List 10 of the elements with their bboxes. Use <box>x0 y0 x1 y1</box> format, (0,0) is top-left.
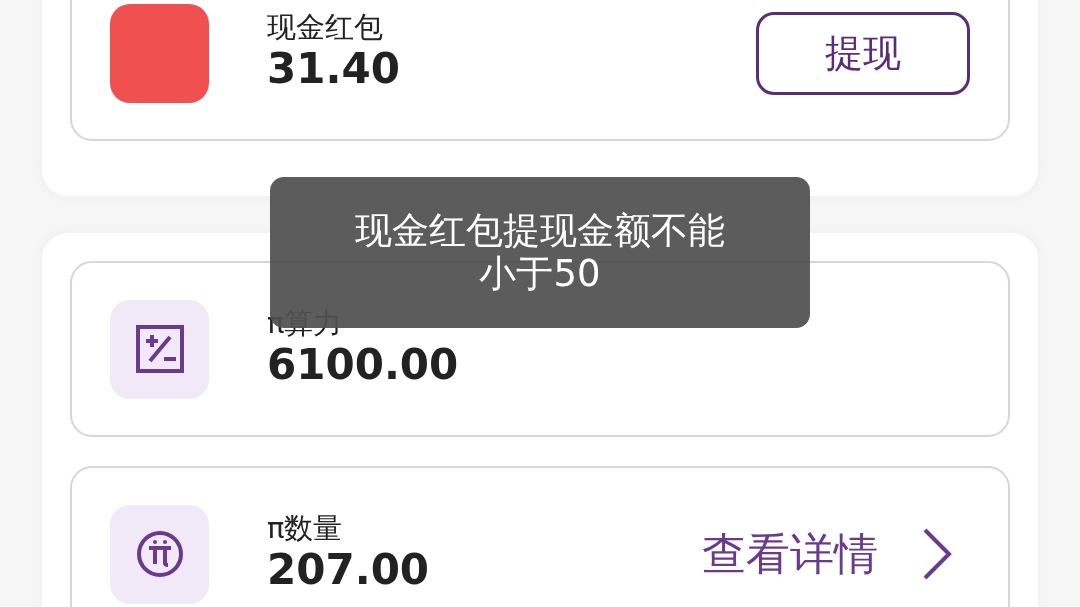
asset-amount: 6100.00 <box>267 339 460 391</box>
details-link[interactable]: 查看详情 <box>702 521 952 587</box>
asset-amount: 31.40 <box>267 43 401 95</box>
asset-label: 现金红包 <box>267 11 384 44</box>
pi-coin-icon <box>135 530 184 578</box>
asset-amount: 207.00 <box>267 544 431 596</box>
withdraw-button[interactable]: 提现 <box>756 11 970 95</box>
asset-label: π数量 <box>267 512 344 545</box>
plus-minus-icon <box>135 325 184 373</box>
chevron-right-icon <box>922 527 952 581</box>
